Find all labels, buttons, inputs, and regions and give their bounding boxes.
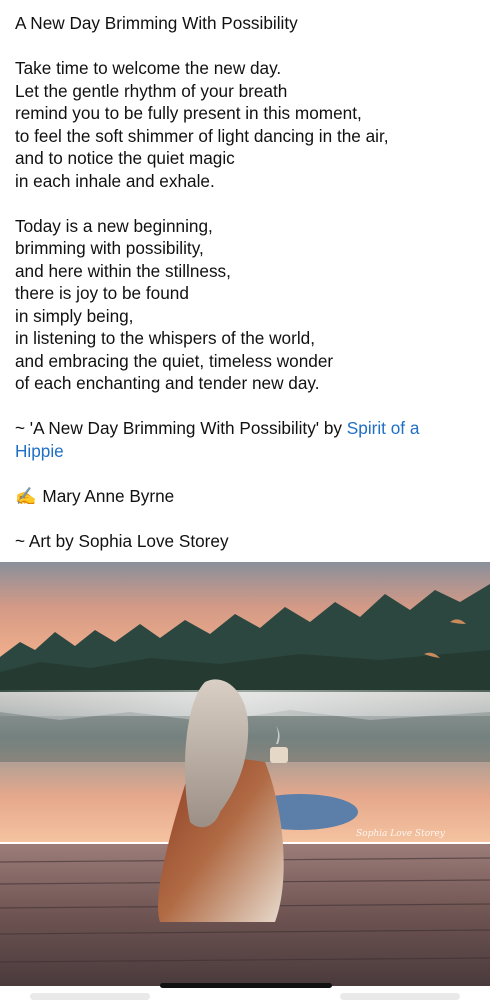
poem-line: and here within the stillness, [15,260,231,281]
poem-line: there is joy to be found [15,283,189,303]
poem-stanza-2: Today is a new beginning, brimming with … [15,215,480,395]
art-credit-line: ~ Art by Sophia Love Storey [15,530,229,551]
poem-line: Take time to welcome the new day. [15,58,282,78]
author-name: Mary Anne Byrne [42,485,175,506]
poem-line: of each enchanting and tender new day. [15,373,320,393]
art-credit: ~ Art by Sophia Love Storey [15,530,480,553]
coffee-mug [270,747,288,763]
home-indicator[interactable] [160,983,332,988]
artist-signature: Sophia Love Storey [356,829,446,839]
poem-line: Today is a new beginning, [15,215,213,236]
attribution-prefix: ~ 'A New Day Brimming With Possibility' … [15,418,347,438]
poem-line: and to notice the quiet magic [15,148,235,168]
poem-line: and embracing the quiet, timeless wonder [15,350,334,371]
poem-line: brimming with possibility, [15,238,204,258]
poem-line: to feel the soft shimmer of light dancin… [15,125,389,146]
toolbar-pill-left [30,993,150,1000]
post-title: A New Day Brimming With Possibility [15,12,480,35]
attribution-line-2: Hippie [15,440,480,463]
author: ✍️ Mary Anne Byrne [15,485,480,508]
poem-line: Let the gentle rhythm of your breath [15,80,288,101]
poem-line: in listening to the whispers of the worl… [15,328,315,348]
spirit-of-a-hippie-link-continued[interactable]: Hippie [15,441,64,461]
post-artwork-image[interactable]: Sophia Love Storey [0,562,490,986]
artwork-illustration: Sophia Love Storey [0,562,490,986]
title-line: A New Day Brimming With Possibility [15,13,298,33]
poem-stanza-1: Take time to welcome the new day. Let th… [15,57,480,192]
poem-line: remind you to be fully present in this m… [15,103,362,123]
toolbar-pill-right [340,993,460,1000]
post-text: A New Day Brimming With Possibility Take… [15,12,480,575]
poem-line: in each inhale and exhale. [15,170,215,191]
spirit-of-a-hippie-link[interactable]: Spirit of a [347,418,420,438]
poem-line: in simply being, [15,305,134,326]
attribution: ~ 'A New Day Brimming With Possibility' … [15,417,480,462]
attribution-line-1: ~ 'A New Day Brimming With Possibility' … [15,417,480,440]
writing-hand-icon: ✍️ [15,485,37,506]
author-line: ✍️ Mary Anne Byrne [15,485,480,508]
